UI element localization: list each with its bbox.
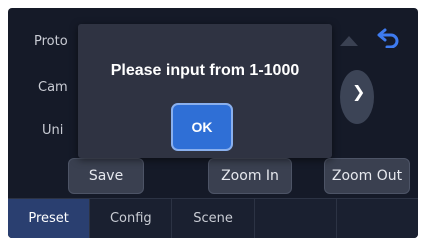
protocol-label: Proto (34, 34, 68, 49)
back-arrow-icon[interactable] (376, 26, 402, 48)
zoom-in-button[interactable]: Zoom In (208, 158, 292, 194)
unit-label: Uni (42, 123, 64, 138)
camera-control-screen: Proto Cam Uni ❯ Save Zoom In Zoom Out Pr… (8, 8, 418, 238)
tab-config[interactable]: Config (90, 199, 173, 238)
bottom-tab-bar: Preset Config Scene (8, 198, 418, 238)
ok-button[interactable]: OK (171, 103, 233, 151)
tab-scene[interactable]: Scene (172, 199, 255, 238)
camera-label: Cam (38, 80, 68, 95)
dialog-message: Please input from 1-1000 (110, 62, 300, 79)
pan-right-button[interactable]: ❯ (340, 70, 374, 124)
right-arrow-icon: ❯ (352, 82, 366, 101)
save-button[interactable]: Save (68, 158, 144, 194)
tab-empty-1[interactable] (255, 199, 337, 238)
zoom-out-button[interactable]: Zoom Out (324, 158, 410, 194)
tab-empty-2[interactable] (337, 199, 418, 238)
up-arrow-icon[interactable] (340, 36, 358, 46)
input-range-dialog: Please input from 1-1000 OK (78, 24, 332, 158)
tab-preset[interactable]: Preset (8, 199, 91, 238)
